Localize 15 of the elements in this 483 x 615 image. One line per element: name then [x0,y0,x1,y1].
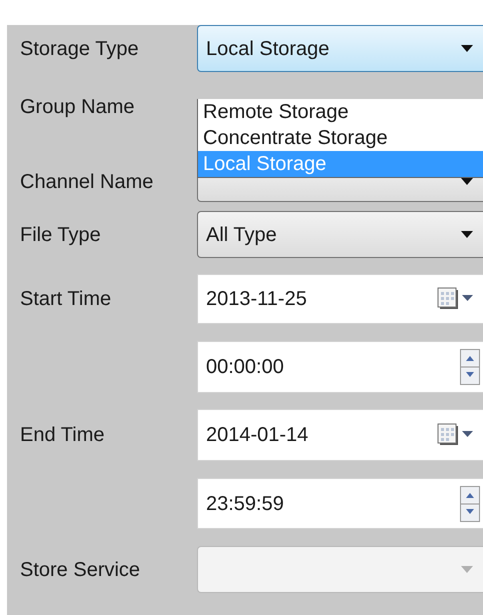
date-field[interactable]: 2013-11-25 [197,274,483,324]
field-label: Channel Name [20,171,154,193]
field-label: Start Time [20,288,112,310]
field-label: End Time [20,424,104,446]
field-label: Group Name [20,96,134,118]
dropdown[interactable]: Local Storage [197,25,483,72]
dropdown-option[interactable]: Remote Storage [198,99,483,125]
time-field[interactable]: 23:59:59 [197,478,483,529]
dropdown[interactable]: All Type [197,211,483,258]
field-label: File Type [20,224,101,246]
field-label: Storage Type [20,38,139,60]
dropdown-option[interactable]: Concentrate Storage [198,125,483,151]
time-field[interactable]: 00:00:00 [197,341,483,393]
date-field[interactable]: 2014-01-14 [197,409,483,461]
field-label: Store Service [20,558,140,580]
